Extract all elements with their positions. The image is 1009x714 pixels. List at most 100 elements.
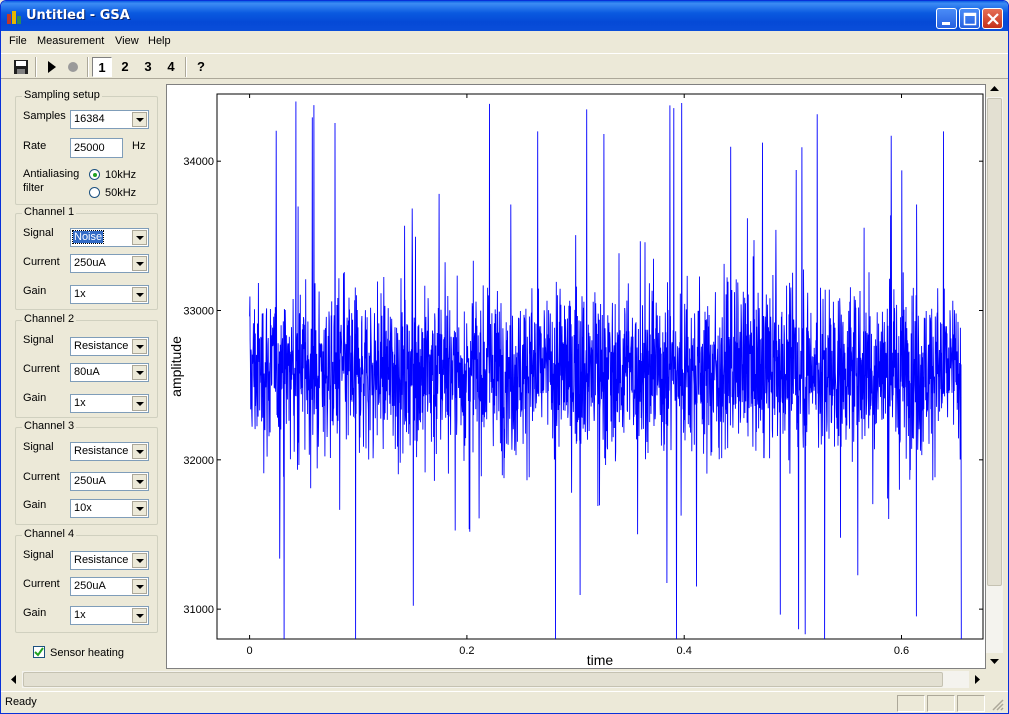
channel-3-button[interactable]: 3 bbox=[138, 57, 158, 77]
ch3-gain-select[interactable]: 10x bbox=[70, 499, 149, 518]
record-icon bbox=[68, 62, 78, 72]
rate-unit: Hz bbox=[132, 140, 146, 152]
stop-button[interactable] bbox=[63, 57, 83, 77]
select-value: 1x bbox=[74, 397, 86, 409]
toolbar-separator bbox=[185, 57, 187, 77]
dropdown-button[interactable] bbox=[132, 339, 147, 354]
select-value: 10x bbox=[74, 502, 92, 514]
y-tick-label: 32000 bbox=[183, 455, 214, 467]
dropdown-button[interactable] bbox=[132, 396, 147, 411]
rate-input[interactable]: 25000 bbox=[70, 138, 123, 158]
current-label: Current bbox=[23, 471, 60, 483]
status-pane bbox=[897, 695, 925, 712]
dropdown-button[interactable] bbox=[132, 608, 147, 623]
scroll-up-button[interactable] bbox=[986, 80, 1003, 97]
ch1-signal-select[interactable]: Noise bbox=[70, 228, 149, 247]
ch2-current-select[interactable]: 80uA bbox=[70, 363, 149, 382]
ch1-gain-select[interactable]: 1x bbox=[70, 285, 149, 304]
menu-bar: File Measurement View Help bbox=[1, 31, 1008, 53]
group-title: Sampling setup bbox=[22, 89, 102, 101]
signal-label: Signal bbox=[23, 441, 54, 453]
amplitude-chart: 0 0.2 0.4 0.6 31000 32000 33000 34000 time ampl… bbox=[168, 93, 984, 668]
dropdown-button[interactable] bbox=[132, 365, 147, 380]
signal-trace bbox=[249, 101, 962, 640]
gain-label: Gain bbox=[23, 499, 47, 511]
resize-grip-icon[interactable] bbox=[991, 698, 1005, 712]
ch2-gain-select[interactable]: 1x bbox=[70, 394, 149, 413]
toolbar-separator bbox=[87, 57, 89, 77]
sensor-heating-checkbox[interactable] bbox=[33, 646, 45, 658]
menu-file[interactable]: File bbox=[9, 35, 27, 47]
ch2-signal-select[interactable]: Resistance bbox=[70, 337, 149, 356]
dropdown-button[interactable] bbox=[132, 553, 147, 568]
sampling-setup-group: Sampling setup Samples 16384 Rate 25000 … bbox=[15, 89, 158, 205]
select-value: 250uA bbox=[74, 580, 106, 592]
select-value: Resistance bbox=[74, 554, 129, 566]
chevron-down-icon bbox=[136, 507, 144, 511]
filter-50khz-label[interactable]: 50kHz bbox=[105, 187, 136, 199]
scroll-down-button[interactable] bbox=[986, 653, 1003, 670]
channel-4-group: Channel 4 Signal Resistance Current 250u… bbox=[15, 528, 158, 633]
y-tick-label: 31000 bbox=[183, 604, 214, 616]
status-bar: Ready bbox=[1, 691, 1008, 713]
dropdown-button[interactable] bbox=[132, 474, 147, 489]
select-value: 250uA bbox=[74, 475, 106, 487]
vertical-scrollbar[interactable] bbox=[986, 80, 1003, 670]
ch4-current-select[interactable]: 250uA bbox=[70, 577, 149, 596]
app-icon bbox=[7, 11, 21, 24]
chevron-down-icon bbox=[136, 450, 144, 454]
chevron-down-icon bbox=[136, 236, 144, 240]
filter-10khz-radio[interactable] bbox=[89, 169, 100, 180]
ch4-gain-select[interactable]: 1x bbox=[70, 606, 149, 625]
channel-2-button[interactable]: 2 bbox=[115, 57, 135, 77]
scroll-left-button[interactable] bbox=[5, 671, 22, 688]
y-axis-label: amplitude bbox=[168, 336, 184, 397]
title-bar[interactable]: Untitled - GSA bbox=[1, 1, 1008, 31]
filter-50khz-radio[interactable] bbox=[89, 187, 100, 198]
menu-measurement[interactable]: Measurement bbox=[37, 35, 104, 47]
group-title: Channel 2 bbox=[22, 313, 77, 325]
dropdown-button[interactable] bbox=[132, 501, 147, 516]
sensor-heating-label[interactable]: Sensor heating bbox=[50, 647, 124, 659]
channel-1-button[interactable]: 1 bbox=[92, 57, 112, 77]
dropdown-button[interactable] bbox=[132, 579, 147, 594]
horizontal-scrollbar[interactable] bbox=[5, 671, 986, 688]
close-button[interactable] bbox=[982, 8, 1003, 29]
start-button[interactable] bbox=[41, 57, 61, 77]
maximize-button[interactable] bbox=[959, 8, 980, 29]
ch4-signal-select[interactable]: Resistance bbox=[70, 551, 149, 570]
vertical-scroll-thumb[interactable] bbox=[987, 98, 1002, 586]
main-window: Untitled - GSA File Measurement View Hel… bbox=[0, 0, 1009, 714]
check-icon bbox=[34, 647, 44, 657]
chevron-down-icon bbox=[136, 402, 144, 406]
close-icon bbox=[987, 13, 999, 25]
select-value: Resistance bbox=[74, 445, 129, 457]
context-help-button[interactable]: ? bbox=[191, 57, 211, 77]
select-value: 1x bbox=[74, 609, 86, 621]
ch3-current-select[interactable]: 250uA bbox=[70, 472, 149, 491]
scroll-right-button[interactable] bbox=[969, 671, 986, 688]
chevron-down-icon bbox=[136, 371, 144, 375]
chevron-down-icon bbox=[136, 262, 144, 266]
minimize-button[interactable] bbox=[936, 8, 957, 29]
menu-help[interactable]: Help bbox=[148, 35, 171, 47]
chevron-down-icon bbox=[136, 585, 144, 589]
filter-10khz-label[interactable]: 10kHz bbox=[105, 169, 136, 181]
save-button[interactable] bbox=[11, 57, 31, 77]
ch3-signal-select[interactable]: Resistance bbox=[70, 442, 149, 461]
select-value: 16384 bbox=[74, 113, 105, 125]
menu-view[interactable]: View bbox=[115, 35, 139, 47]
dropdown-button[interactable] bbox=[132, 230, 147, 245]
channel-4-button[interactable]: 4 bbox=[161, 57, 181, 77]
channel-3-group: Channel 3 Signal Resistance Current 250u… bbox=[15, 420, 158, 525]
dropdown-button[interactable] bbox=[132, 444, 147, 459]
dropdown-button[interactable] bbox=[132, 112, 147, 127]
ch1-current-select[interactable]: 250uA bbox=[70, 254, 149, 273]
horizontal-scroll-thumb[interactable] bbox=[23, 672, 943, 687]
samples-select[interactable]: 16384 bbox=[70, 110, 149, 129]
dropdown-button[interactable] bbox=[132, 256, 147, 271]
gain-label: Gain bbox=[23, 285, 47, 297]
x-tick-label: 0.4 bbox=[677, 645, 692, 657]
dropdown-button[interactable] bbox=[132, 287, 147, 302]
x-tick-label: 0.2 bbox=[459, 645, 474, 657]
